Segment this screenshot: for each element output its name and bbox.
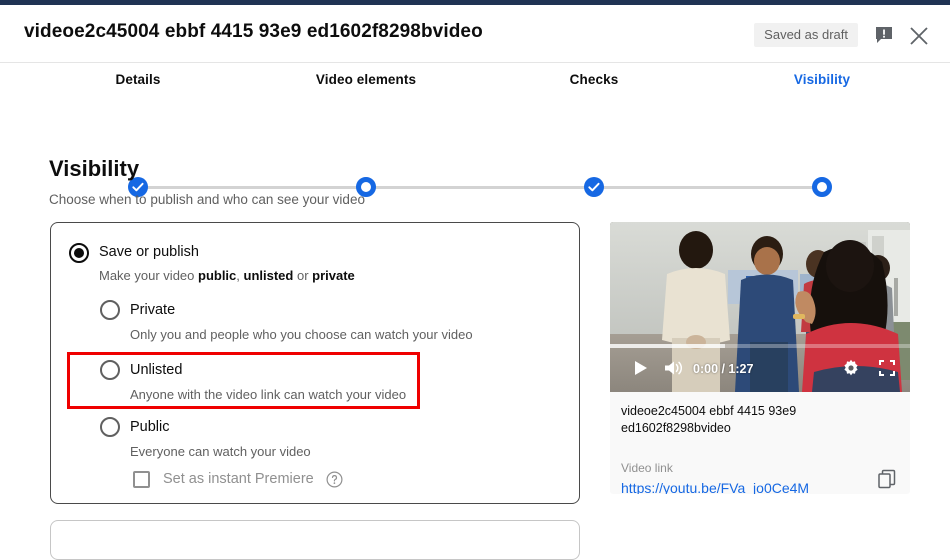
video-thumbnail[interactable]: 0:00 / 1:27 — [610, 222, 910, 392]
stepper-track — [138, 186, 822, 189]
page-title: videoe2c45004 ebbf 4415 93e9 ed1602f8298… — [24, 21, 483, 42]
option-label-public: Public — [130, 419, 170, 435]
radio-save-or-publish[interactable] — [69, 243, 89, 263]
desc-text-pre: Make your video — [99, 268, 198, 283]
option-desc-unlisted: Anyone with the video link can watch you… — [130, 387, 407, 402]
play-icon[interactable] — [633, 360, 649, 376]
check-icon — [588, 182, 600, 192]
step-video-elements[interactable]: Video elements — [316, 72, 416, 87]
step-visibility[interactable]: Visibility — [794, 72, 850, 87]
volume-icon[interactable] — [664, 360, 684, 376]
section-title-visibility: Visibility — [49, 156, 140, 181]
radio-public[interactable] — [100, 417, 120, 437]
desc-bold-private: private — [312, 268, 355, 283]
option-label-unlisted: Unlisted — [130, 362, 183, 378]
close-icon[interactable] — [908, 25, 930, 47]
desc-bold-public: public — [198, 268, 237, 283]
preview-video-title: videoe2c45004 ebbf 4415 93e9 ed1602f8298… — [621, 404, 797, 435]
step-label-visibility: Visibility — [793, 72, 851, 87]
label-set-as-instant-premiere: Set as instant Premiere — [163, 471, 314, 487]
video-link-url[interactable]: https://youtu.be/FVa_jo0Ce4M — [621, 480, 809, 494]
option-desc-save-or-publish: Make your video public, unlisted or priv… — [99, 268, 355, 283]
option-desc-public: Everyone can watch your video — [130, 444, 311, 459]
video-link-label: Video link — [621, 461, 673, 475]
status-badge-saved-as-draft: Saved as draft — [754, 23, 858, 47]
progress-buffered — [610, 344, 725, 348]
video-preview-panel: 0:00 / 1:27 videoe2c45004 ebbf 4415 93e9… — [610, 222, 910, 494]
video-progress-bar[interactable] — [610, 344, 910, 348]
fullscreen-icon[interactable] — [879, 360, 895, 376]
video-time-display: 0:00 / 1:27 — [693, 362, 754, 376]
radio-private[interactable] — [100, 300, 120, 320]
desc-bold-unlisted: unlisted — [243, 268, 294, 283]
desc-text-mid2: or — [293, 268, 313, 283]
step-label-details: Details — [115, 72, 161, 87]
copy-icon[interactable] — [876, 468, 898, 490]
option-desc-private: Only you and people who you choose can w… — [130, 327, 473, 342]
option-label-save-or-publish: Save or publish — [99, 244, 199, 260]
step-label-video-elements: Video elements — [315, 72, 417, 87]
radio-unlisted[interactable] — [100, 360, 120, 380]
section-subtitle: Choose when to publish and who can see y… — [49, 192, 365, 207]
step-dot-checks[interactable] — [584, 177, 604, 197]
step-label-checks: Checks — [569, 72, 619, 87]
step-checks[interactable]: Checks — [570, 72, 619, 87]
desc-text-mid1: , — [236, 268, 244, 283]
option-label-private: Private — [130, 302, 176, 318]
video-controls-bar: 0:00 / 1:27 — [610, 344, 910, 392]
gear-icon[interactable] — [842, 359, 860, 377]
feedback-exclamation-icon[interactable] — [875, 26, 893, 44]
help-question-icon[interactable] — [326, 471, 343, 488]
checkbox-set-as-instant-premiere[interactable] — [133, 471, 150, 488]
step-dot-visibility[interactable] — [812, 177, 832, 197]
step-details[interactable]: Details — [116, 72, 161, 87]
upload-stepper: Details Video elements Checks Visibility — [0, 72, 950, 197]
dialog-header: videoe2c45004 ebbf 4415 93e9 ed1602f8298… — [0, 5, 950, 63]
schedule-card-partial — [50, 520, 580, 560]
